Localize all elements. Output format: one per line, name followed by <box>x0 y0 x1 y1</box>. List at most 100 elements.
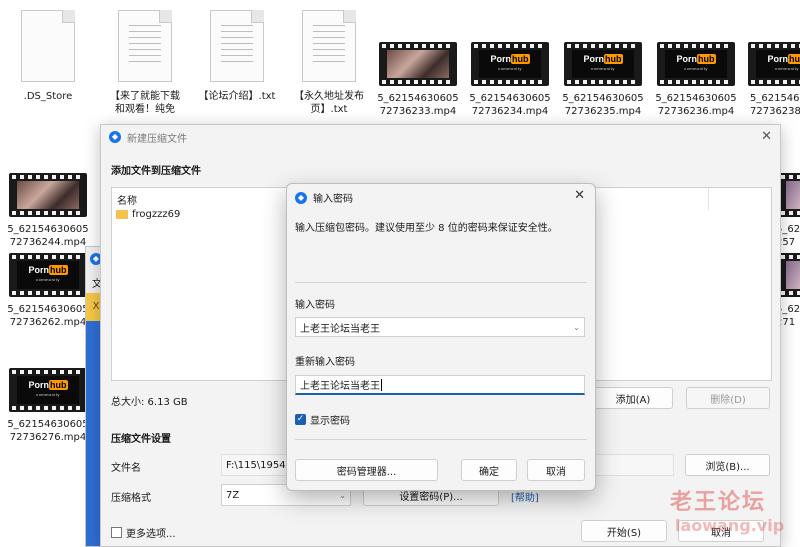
file-name-line: 72736234.mp4 <box>471 106 549 117</box>
desktop-file-txt-address[interactable]: 【永久地址发布 页】.txt <box>284 10 374 116</box>
more-options[interactable]: 更多选项... <box>111 525 176 540</box>
file-name-line: 5_62154630605 <box>655 93 737 104</box>
reenter-password-field[interactable]: 上老王论坛当老王 <box>295 375 585 395</box>
chevron-down-icon[interactable]: ⌄ <box>573 323 580 332</box>
desktop-file-video[interactable]: Pornhub community 5_62154630605 72736236.… <box>651 42 741 118</box>
format-value: 7Z <box>226 489 240 501</box>
password-dialog: ◆ 输入密码 ✕ 输入压缩包密码。建议使用至少 8 位的密码来保证安全性。 输入… <box>286 183 596 491</box>
password-dialog-title: 输入密码 <box>313 194 353 205</box>
desktop-file-txt-intro[interactable]: 【论坛介绍】.txt <box>192 10 282 103</box>
brand-logo: Pornhubcommunity <box>767 54 800 73</box>
browse-button[interactable]: 浏览(B)... <box>685 454 770 476</box>
section-title-add-files: 添加文件到压缩文件 <box>111 166 201 177</box>
enter-password-field[interactable]: 上老王论坛当老王 ⌄ <box>295 317 585 337</box>
delete-button[interactable]: 删除(D) <box>686 387 770 409</box>
close-icon[interactable]: ✕ <box>574 188 585 203</box>
file-name-line: 和观看！纯免 <box>115 104 175 115</box>
password-manager-button[interactable]: 密码管理器... <box>295 459 438 481</box>
section-title-settings: 压缩文件设置 <box>111 434 171 445</box>
brand-logo: Pornhubcommunity <box>28 380 68 397</box>
divider <box>295 282 587 283</box>
cancel-button[interactable]: 取消 <box>527 459 585 481</box>
file-name-line: 5_62154630605 <box>7 304 89 315</box>
video-thumbnail <box>778 173 800 217</box>
add-button[interactable]: 添加(A) <box>593 387 673 409</box>
text-cursor <box>381 378 382 391</box>
more-options-checkbox[interactable] <box>111 527 122 538</box>
list-item[interactable]: frogzzz69 <box>116 209 180 220</box>
divider <box>295 439 587 440</box>
file-name-line: 72736235.mp4 <box>564 106 642 117</box>
file-icon <box>21 10 75 82</box>
file-name-line: 72736244.mp4 <box>9 237 87 248</box>
file-name-line: 5_62154630605 <box>7 224 89 235</box>
file-name-line: 72736262.mp4 <box>9 317 87 328</box>
reenter-password-value: 上老王论坛当老王 <box>300 381 380 392</box>
show-password-toggle[interactable]: ✓ 显示密码 <box>295 412 350 427</box>
text-file-icon <box>118 10 172 82</box>
desktop-file-video[interactable]: Pornhubcommunity 5_621546306 72736238 <box>744 42 800 118</box>
video-thumbnail <box>379 42 457 86</box>
file-name-line: 【永久地址发布 <box>294 91 364 102</box>
chevron-down-icon: ⌄ <box>339 490 346 500</box>
filename-label: 文件名 <box>111 463 141 474</box>
watermark: 老王论坛 <box>670 490 767 515</box>
file-name-line: 5_62154630605 <box>562 93 644 104</box>
show-password-label: 显示密码 <box>310 416 350 427</box>
video-thumbnail: Pornhubcommunity <box>9 253 87 297</box>
file-name: .DS_Store <box>23 91 73 102</box>
reenter-password-label: 重新输入密码 <box>295 357 355 368</box>
more-options-label: 更多选项... <box>126 529 176 540</box>
help-link[interactable]: [帮助] <box>511 489 539 504</box>
file-name-line: 72736236.mp4 <box>657 106 735 117</box>
column-header-name[interactable]: 名称 <box>117 192 137 207</box>
column-divider <box>708 188 709 210</box>
desktop-file-ds-store[interactable]: .DS_Store <box>3 10 93 103</box>
file-name-line: 72736238 <box>750 106 800 117</box>
desktop-file-video[interactable]: 5_62154630605 72736244.mp4 <box>3 173 93 249</box>
watermark-url: laowang.vip <box>675 516 785 535</box>
brand-logo: Pornhubcommunity <box>583 54 623 71</box>
checkmark-icon[interactable]: ✓ <box>295 414 306 425</box>
enter-password-value: 上老王论坛当老王 <box>300 323 380 335</box>
desktop-file-video[interactable]: Pornhub community 5_62154630605 72736262.… <box>3 253 93 329</box>
format-label: 压缩格式 <box>111 493 151 504</box>
close-icon[interactable]: ✕ <box>761 129 772 144</box>
brand-logo: Pornhubcommunity <box>28 265 68 282</box>
ok-button[interactable]: 确定 <box>461 459 517 481</box>
text-file-icon <box>302 10 356 82</box>
file-name-line: 【来了就能下载 <box>110 91 180 102</box>
app-icon: ◆ <box>295 191 307 204</box>
desktop-file-video[interactable]: Pornhub community 5_62154630605 72736276.… <box>3 368 93 444</box>
video-thumbnail: Pornhubcommunity <box>564 42 642 86</box>
file-name-line: 5_62154630605 <box>469 93 551 104</box>
desktop-file-txt-free[interactable]: 【来了就能下载 和观看！纯免 <box>100 10 190 116</box>
video-thumbnail: Pornhubcommunity <box>748 42 800 86</box>
brand-logo: Pornhubcommunity <box>490 54 530 71</box>
enter-password-label: 输入密码 <box>295 300 335 311</box>
file-name-line: 72736233.mp4 <box>379 106 457 117</box>
list-item-name: frogzzz69 <box>132 209 181 220</box>
desktop-file-video[interactable]: Pornhub community 5_62154630605 72736235.… <box>558 42 648 118</box>
desktop-file-video[interactable]: 5_62154630605 72736233.mp4 <box>373 42 463 118</box>
file-name-line: 页】.txt <box>310 104 348 115</box>
video-thumbnail: Pornhubcommunity <box>657 42 735 86</box>
password-description: 输入压缩包密码。建议使用至少 8 位的密码来保证安全性。 <box>295 223 558 234</box>
titlebar: ◆ 新建压缩文件 <box>101 125 780 149</box>
file-name-line: 5_62154630605 <box>7 419 89 430</box>
total-size: 总大小: 6.13 GB <box>111 397 188 408</box>
video-thumbnail <box>9 173 87 217</box>
file-name: 【论坛介绍】.txt <box>198 91 276 102</box>
app-icon: ◆ <box>109 131 121 143</box>
text-file-icon <box>210 10 264 82</box>
desktop-file-video[interactable]: Pornhub community 5_62154630605 72736234.… <box>465 42 555 118</box>
file-name-line: 72736276.mp4 <box>9 432 87 443</box>
start-button[interactable]: 开始(S) <box>581 520 667 542</box>
window-title: 新建压缩文件 <box>127 133 187 145</box>
folder-icon <box>116 210 128 219</box>
brand-logo: Pornhubcommunity <box>676 54 716 71</box>
file-name-line: 5_621546306 <box>750 93 800 104</box>
video-thumbnail: Pornhubcommunity <box>9 368 87 412</box>
password-dialog-titlebar: ◆ 输入密码 <box>295 190 353 205</box>
video-thumbnail: Pornhubcommunity <box>471 42 549 86</box>
